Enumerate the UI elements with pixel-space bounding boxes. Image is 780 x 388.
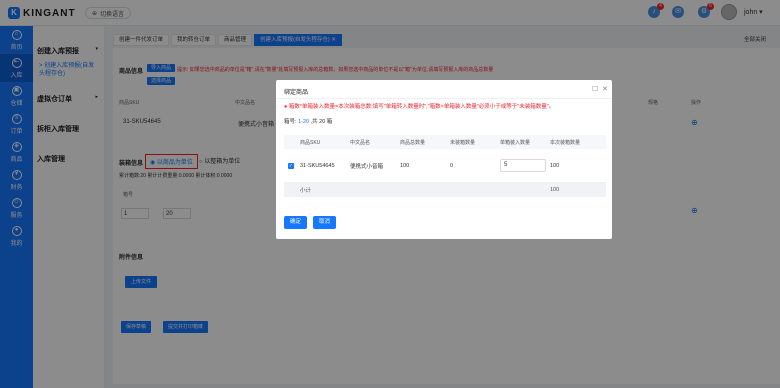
box-range-info: 箱号: 1-20 ,共 20 箱 [284,119,333,125]
col-name: 中文品名 [350,139,371,146]
col-qty-per-box: 单箱装入数量 [500,139,531,146]
subtotal-label: 小计 [300,188,312,194]
divider [276,98,612,99]
dialog-title: 绑定商品 [284,90,309,96]
col-sku: 商品SKU [300,139,321,146]
row-unpacked: 0 [450,162,454,169]
subtotal-row: 小计 100 [284,183,606,197]
bind-goods-table: 商品SKU 中文品名 商品总数量 未装箱数量 单箱装入数量 本次装箱数量 ✓ 3… [284,135,606,197]
cancel-button[interactable]: 取消 [313,216,337,229]
table-header: 商品SKU 中文品名 商品总数量 未装箱数量 单箱装入数量 本次装箱数量 [284,135,606,149]
close-icon[interactable]: ✕ [602,85,608,93]
subtotal-value: 100 [550,187,560,193]
maximize-icon[interactable]: ☐ [592,85,598,93]
row-packed: 100 [550,162,560,169]
bind-goods-dialog: 绑定商品 ☐ ✕ ● 箱数*单箱装入数量=本次装箱总数;填写"单箱转入数量时",… [276,80,612,239]
row-total: 100 [400,162,410,169]
row-name: 便携式小音箱 [350,163,384,170]
warning-icon: ● [284,104,288,110]
col-total: 商品总数量 [400,139,426,146]
table-row: ✓ 31-SKU54645 便携式小音箱 100 0 5 100 [284,149,606,183]
qty-per-box-input[interactable]: 5 [500,159,546,172]
col-unpacked: 未装箱数量 [450,139,476,146]
col-packed: 本次装箱数量 [550,139,581,146]
warning-text: ● 箱数*单箱装入数量=本次装箱总数;填写"单箱转入数量时","箱数×单箱装入数… [284,104,555,110]
confirm-button[interactable]: 确定 [284,216,308,229]
row-sku: 31-SKU54645 [300,162,335,169]
row-checkbox[interactable]: ✓ [288,162,294,169]
